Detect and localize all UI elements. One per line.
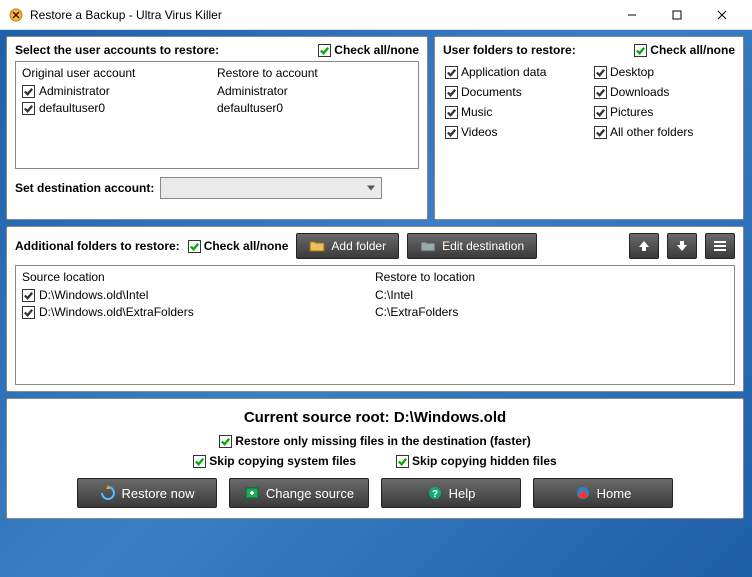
folder-item[interactable]: Pictures bbox=[594, 105, 733, 119]
list-item[interactable]: D:\Windows.old\Intel bbox=[22, 288, 375, 302]
titlebar: Restore a Backup - Ultra Virus Killer bbox=[0, 0, 752, 30]
change-source-button[interactable]: Change source bbox=[229, 478, 369, 508]
accounts-panel: Select the user accounts to restore: Che… bbox=[6, 36, 428, 220]
add-folder-button[interactable]: Add folder bbox=[296, 233, 399, 259]
list-item[interactable]: D:\Windows.old\ExtraFolders bbox=[22, 305, 375, 319]
restore-now-button[interactable]: Restore now bbox=[77, 478, 217, 508]
folder-item[interactable]: Videos bbox=[445, 125, 584, 139]
arrow-down-icon bbox=[674, 238, 690, 254]
folder-item[interactable]: All other folders bbox=[594, 125, 733, 139]
move-up-button[interactable] bbox=[629, 233, 659, 259]
list-item: defaultuser0 bbox=[217, 101, 412, 115]
maximize-button[interactable] bbox=[654, 1, 699, 29]
accounts-list: Original user account Administrator defa… bbox=[15, 61, 419, 169]
accounts-check-all[interactable]: Check all/none bbox=[318, 43, 419, 57]
edit-destination-button[interactable]: Edit destination bbox=[407, 233, 537, 259]
help-button[interactable]: ? Help bbox=[381, 478, 521, 508]
opt-skip-hidden[interactable]: Skip copying hidden files bbox=[396, 454, 557, 468]
additional-col2-header: Restore to location bbox=[375, 270, 728, 284]
window-title: Restore a Backup - Ultra Virus Killer bbox=[30, 8, 609, 22]
additional-panel: Additional folders to restore: Check all… bbox=[6, 226, 744, 392]
accounts-header: Select the user accounts to restore: bbox=[15, 43, 219, 57]
home-button[interactable]: Home bbox=[533, 478, 673, 508]
app-icon bbox=[8, 7, 24, 23]
folder-item[interactable]: Music bbox=[445, 105, 584, 119]
list-item: Administrator bbox=[217, 84, 412, 98]
userfolders-check-all[interactable]: Check all/none bbox=[634, 43, 735, 57]
additional-col1-header: Source location bbox=[22, 270, 375, 284]
bottom-panel: Current source root: D:\Windows.old Rest… bbox=[6, 398, 744, 519]
accounts-col2-header: Restore to account bbox=[217, 66, 412, 80]
current-source-root: Current source root: D:\Windows.old bbox=[17, 409, 733, 426]
list-item[interactable]: defaultuser0 bbox=[22, 101, 217, 115]
userfolders-panel: User folders to restore: Check all/none … bbox=[434, 36, 744, 220]
home-icon bbox=[575, 485, 591, 501]
close-button[interactable] bbox=[699, 1, 744, 29]
list-item: C:\ExtraFolders bbox=[375, 305, 728, 319]
folder-icon bbox=[309, 238, 325, 254]
menu-button[interactable] bbox=[705, 233, 735, 259]
folder-item[interactable]: Application data bbox=[445, 65, 584, 79]
svg-text:?: ? bbox=[432, 489, 438, 500]
opt-restore-missing[interactable]: Restore only missing files in the destin… bbox=[219, 434, 530, 448]
edit-icon bbox=[420, 238, 436, 254]
arrow-up-icon bbox=[636, 238, 652, 254]
restore-icon bbox=[100, 485, 116, 501]
accounts-col1-header: Original user account bbox=[22, 66, 217, 80]
opt-skip-system[interactable]: Skip copying system files bbox=[193, 454, 356, 468]
folder-item[interactable]: Desktop bbox=[594, 65, 733, 79]
minimize-button[interactable] bbox=[609, 1, 654, 29]
additional-header: Additional folders to restore: bbox=[15, 239, 180, 253]
dest-account-label: Set destination account: bbox=[15, 181, 154, 195]
dest-account-select[interactable] bbox=[160, 177, 382, 199]
userfolders-header: User folders to restore: bbox=[443, 43, 576, 57]
menu-icon bbox=[712, 238, 728, 254]
additional-check-all[interactable]: Check all/none bbox=[188, 239, 289, 253]
help-icon: ? bbox=[427, 485, 443, 501]
folder-item[interactable]: Downloads bbox=[594, 85, 733, 99]
move-down-button[interactable] bbox=[667, 233, 697, 259]
list-item: C:\Intel bbox=[375, 288, 728, 302]
change-source-icon bbox=[244, 485, 260, 501]
folder-item[interactable]: Documents bbox=[445, 85, 584, 99]
list-item[interactable]: Administrator bbox=[22, 84, 217, 98]
